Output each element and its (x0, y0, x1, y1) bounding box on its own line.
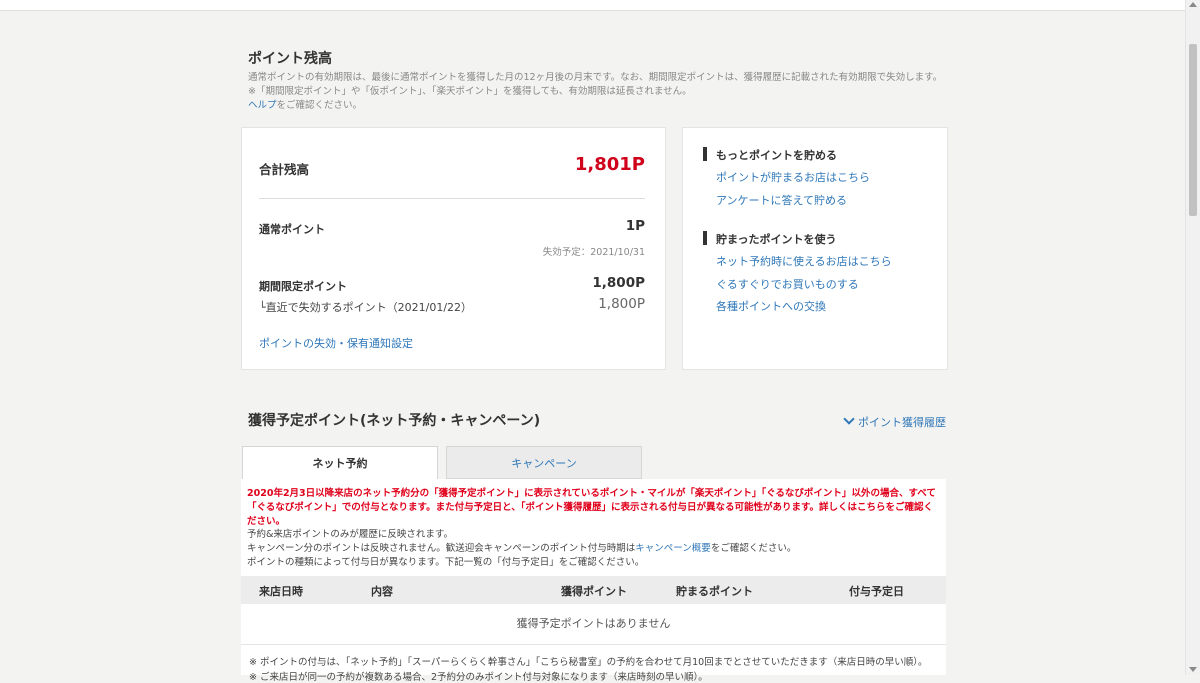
nearest-expiry-label: └直近で失効するポイント（2021/01/22） (259, 301, 473, 314)
balance-note-2: ※「期間限定ポイント」や「仮ポイント」、「楽天ポイント」を獲得しても、有効期限は… (248, 86, 692, 97)
earn-more-heading: もっとポイントを貯める (703, 147, 837, 163)
nearest-expiry-value: 1,800P (598, 296, 645, 312)
exchange-link[interactable]: 各種ポイントへの交換 (716, 298, 826, 314)
col-accrued-points: 貯まるポイント (676, 585, 753, 598)
help-suffix: をご確認ください。 (276, 100, 363, 111)
survey-link[interactable]: アンケートに答えて貯める (716, 192, 847, 208)
total-balance-label: 合計残高 (259, 162, 310, 177)
chevron-down-icon (843, 413, 855, 425)
use-points-heading: 貯まったポイントを使う (703, 231, 837, 247)
info-line-2-suffix: をご確認ください。 (710, 543, 797, 554)
browser-top-bar (0, 0, 1186, 11)
scroll-up-arrow-icon[interactable] (1189, 2, 1197, 7)
normal-points-expiry: 失効予定：2021/10/31 (542, 247, 645, 258)
earn-shops-link[interactable]: ポイントが貯まるお店はこちら (716, 169, 870, 185)
info-line-2: キャンペーン分のポイントは反映されません。歓送迎会キャンペーンのポイント付与時期… (247, 542, 947, 556)
col-earned-points: 獲得ポイント (561, 585, 627, 598)
heading-bar-icon (703, 147, 707, 161)
empty-message: 獲得予定ポイントはありません (241, 604, 946, 645)
limited-points-value: 1,800P (592, 275, 645, 291)
info-notes: 予約&来店ポイントのみが履歴に反映されます。 キャンペーン分のポイントは反映され… (247, 528, 947, 570)
tab-net-reservation[interactable]: ネット予約 (242, 446, 438, 480)
scroll-down-arrow-icon[interactable] (1189, 667, 1197, 672)
planned-points-title: 獲得予定ポイント(ネット予約・キャンペーン) (248, 413, 541, 429)
earn-more-heading-text: もっとポイントを貯める (716, 149, 837, 162)
table-header: 来店日時 内容 獲得ポイント 貯まるポイント 付与予定日 (241, 576, 946, 604)
balance-card: 合計残高 1,801P 通常ポイント 1P 失効予定：2021/10/31 期間… (241, 127, 666, 370)
balance-notes: 通常ポイントの有効期限は、最後に通常ポイントを獲得した月の12ヶ月後の月末です。… (248, 71, 948, 113)
help-line: ヘルプをご確認ください。 (248, 99, 948, 113)
heading-bar-icon (703, 231, 707, 245)
use-shops-link[interactable]: ネット予約時に使えるお店はこちら (716, 253, 892, 269)
vertical-scrollbar[interactable] (1185, 0, 1200, 675)
help-link[interactable]: ヘルプ (248, 100, 277, 111)
footnote-1: ※ ポイントの付与は、「ネット予約」「スーパーらくらく幹事さん」「こちら秘書室」… (249, 657, 928, 668)
balance-note-1: 通常ポイントの有効期限は、最後に通常ポイントを獲得した月の12ヶ月後の月末です。… (248, 72, 943, 83)
points-history-link[interactable]: ポイント獲得履歴 (843, 413, 946, 430)
balance-title: ポイント残高 (248, 51, 332, 67)
shopping-link[interactable]: ぐるすぐりでお買いものする (716, 276, 859, 292)
planned-points-panel: 2020年2月3日以降来店のネット予約分の「獲得予定ポイント」に表示されているポ… (241, 479, 947, 683)
limited-points-label: 期間限定ポイント (259, 280, 347, 293)
normal-points-label: 通常ポイント (259, 223, 325, 236)
info-line-2-text: キャンペーン分のポイントは反映されません。歓送迎会キャンペーンのポイント付与時期… (247, 543, 636, 554)
total-balance-value: 1,801P (574, 154, 645, 175)
info-line-3: ポイントの種類によって付与日が異なります。下記一覧の「付与予定日」をご確認くださ… (247, 557, 645, 568)
info-line-1: 予約&来店ポイントのみが履歴に反映されます。 (247, 529, 453, 540)
footnote-2: ※ ご来店日が同一の予約が複数ある場合、2予約分のみポイント付与対象になります（… (249, 672, 708, 683)
scroll-thumb[interactable] (1189, 44, 1197, 216)
warning-note: 2020年2月3日以降来店のネット予約分の「獲得予定ポイント」に表示されているポ… (247, 488, 936, 527)
col-content: 内容 (371, 585, 393, 598)
expiry-notification-settings-link[interactable]: ポイントの失効・保有通知設定 (259, 335, 413, 351)
col-visit-date: 来店日時 (259, 585, 303, 598)
campaign-overview-link[interactable]: キャンペーン概要 (635, 543, 711, 554)
divider (259, 198, 645, 199)
tab-campaign[interactable]: キャンペーン (446, 446, 642, 479)
use-points-heading-text: 貯まったポイントを使う (716, 233, 837, 246)
points-links-card: もっとポイントを貯める ポイントが貯まるお店はこちら アンケートに答えて貯める … (682, 127, 948, 370)
col-grant-date: 付与予定日 (849, 585, 904, 598)
normal-points-value: 1P (625, 218, 645, 234)
points-history-link-text[interactable]: ポイント獲得履歴 (858, 416, 946, 429)
